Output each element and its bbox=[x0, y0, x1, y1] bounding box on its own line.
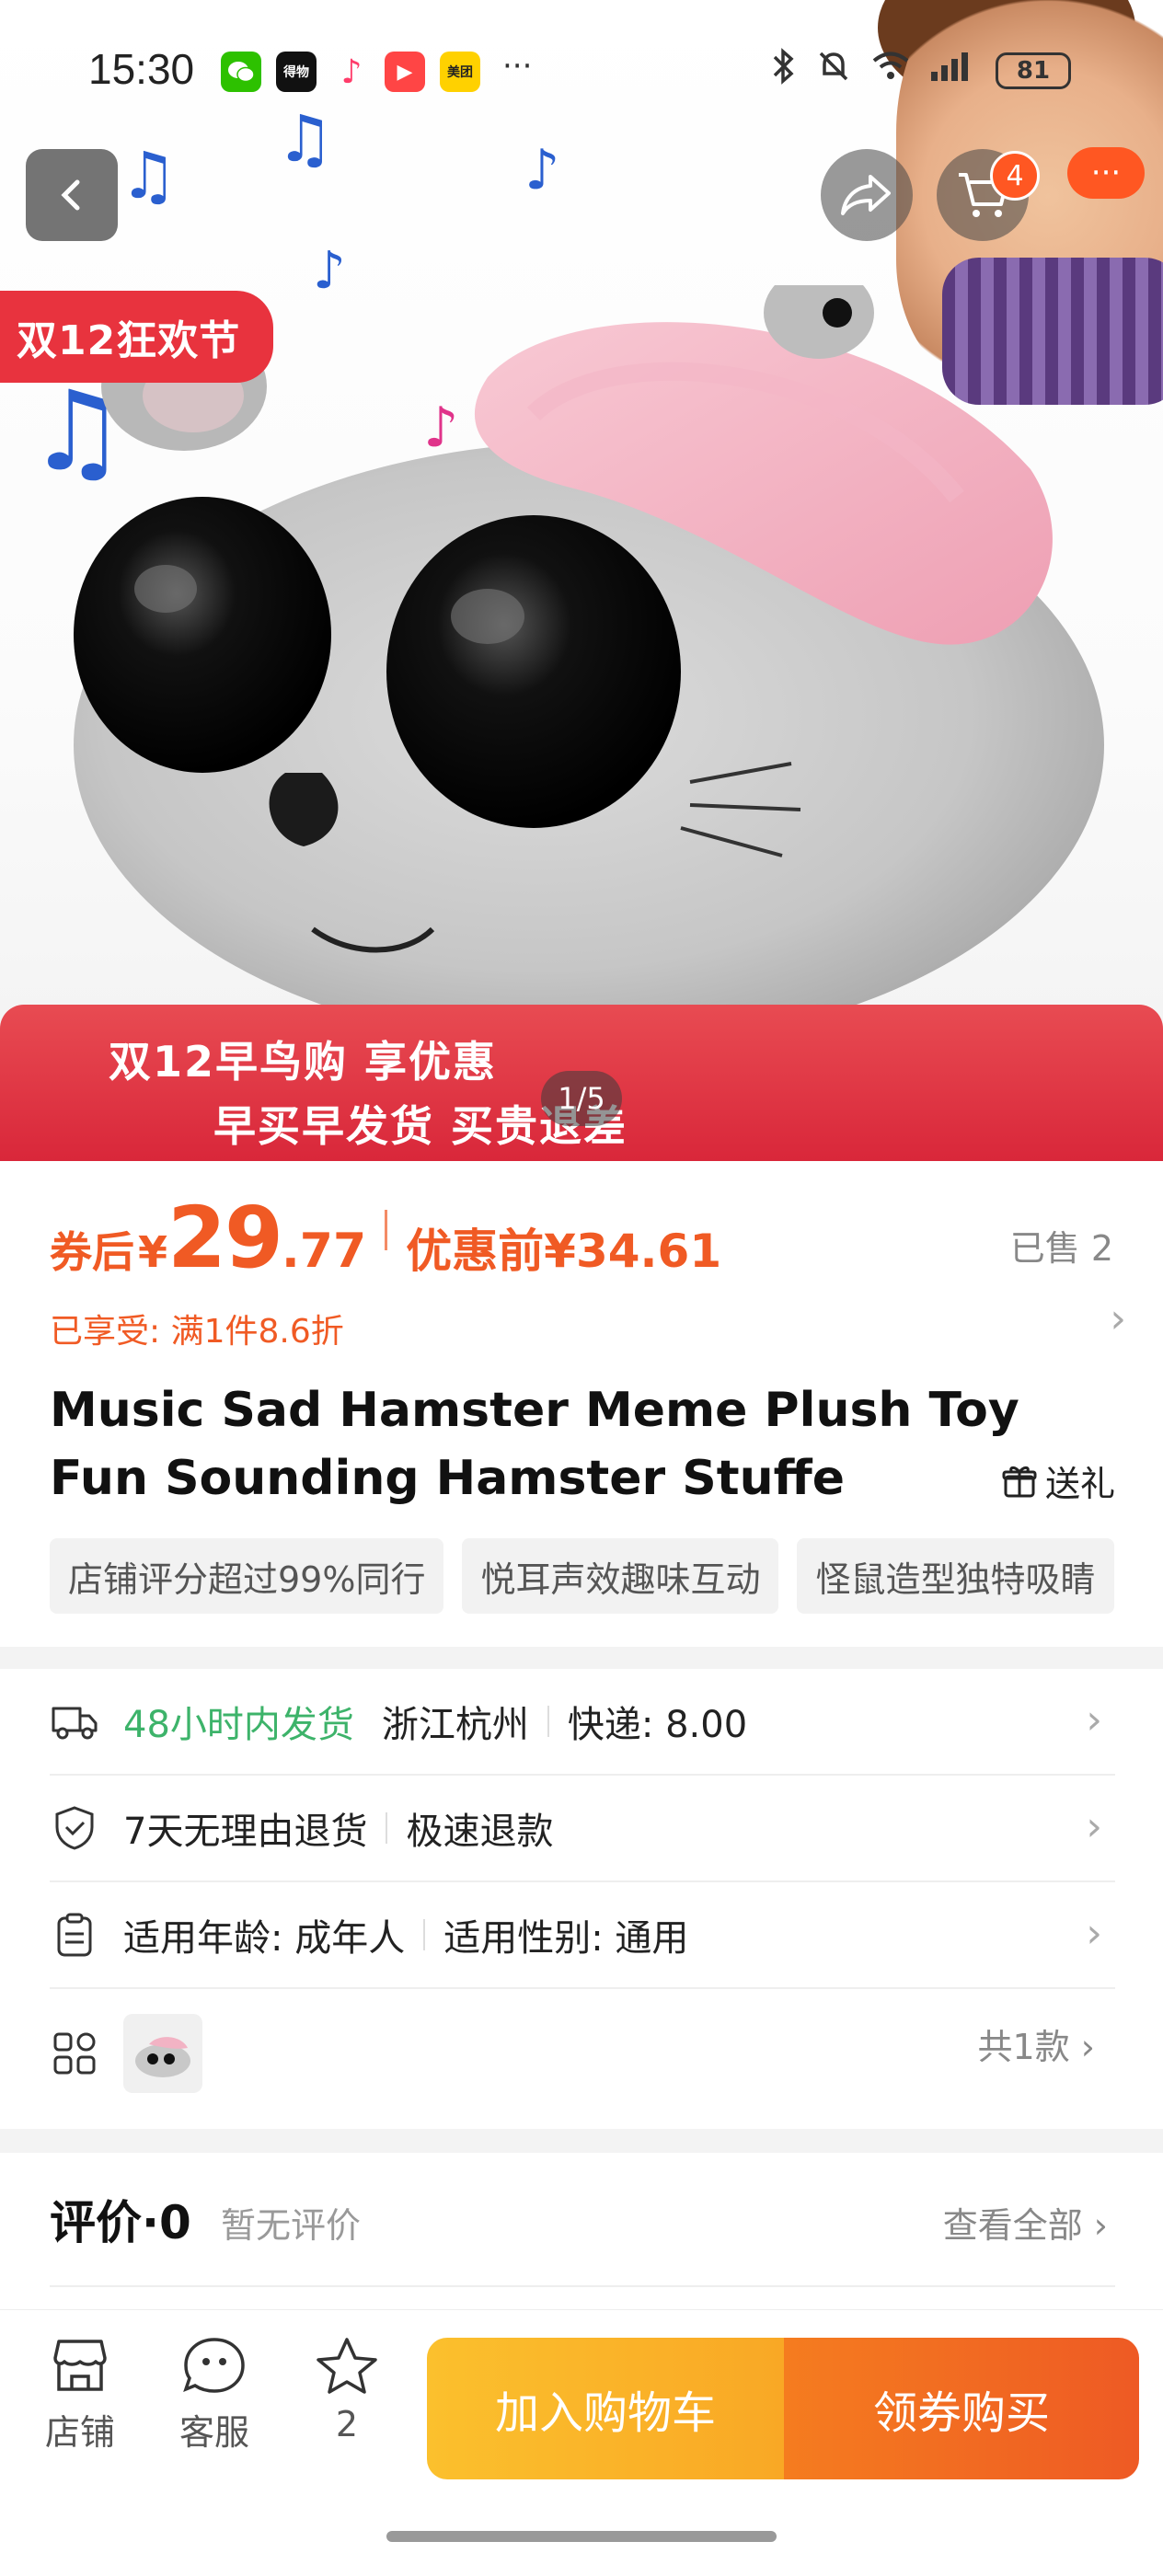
variant-count: 共1款 › bbox=[977, 2027, 1095, 2067]
feature-tag: 悦耳声效趣味互动 bbox=[462, 1538, 779, 1614]
bluetooth-icon bbox=[771, 48, 797, 93]
divider bbox=[423, 1919, 426, 1950]
back-button[interactable] bbox=[26, 149, 118, 241]
favorite-button[interactable]: 2 bbox=[296, 2336, 397, 2444]
grid-icon bbox=[50, 2029, 99, 2078]
chevron-right-icon: › bbox=[1086, 1696, 1102, 1743]
product-params-row[interactable]: 适用年龄: 成年人 适用性别: 通用 › bbox=[50, 1882, 1115, 1989]
gift-icon bbox=[1002, 1466, 1037, 1497]
status-indicators: 81 bbox=[771, 48, 1071, 93]
chevron-left-icon bbox=[61, 179, 80, 211]
view-all-reviews-link[interactable]: 查看全部 › bbox=[943, 2197, 1108, 2248]
price-currency: ¥ bbox=[138, 1227, 168, 1277]
promo-tag: 双12狂欢节 bbox=[0, 291, 274, 383]
music-note-icon: ♫ bbox=[276, 101, 334, 177]
banner-line-1: 双12早鸟购 享优惠 bbox=[109, 1037, 498, 1087]
divider bbox=[386, 1812, 388, 1844]
clipboard-icon bbox=[50, 1910, 99, 1960]
store-label: 店铺 bbox=[44, 2412, 115, 2453]
home-indicator bbox=[386, 2531, 777, 2542]
service-card: 48小时内发货 浙江杭州 快递: 8.00 › 7天无理由退货 极速退款 › 适… bbox=[0, 1669, 1163, 2129]
shipping-time: 48小时内发货 bbox=[123, 1704, 354, 1746]
share-icon bbox=[841, 175, 891, 215]
delivery-truck-icon bbox=[50, 1696, 99, 1746]
buy-now-button[interactable]: 领券购买 bbox=[784, 2338, 1139, 2479]
service-label: 客服 bbox=[178, 2412, 249, 2453]
gift-label: 送礼 bbox=[1044, 1464, 1115, 1504]
wechat-icon bbox=[221, 52, 261, 92]
dewu-icon: 得物 bbox=[276, 52, 317, 92]
store-icon bbox=[53, 2340, 107, 2391]
meituan-icon: 美团 bbox=[440, 52, 480, 92]
status-bar: 15:30 得物 ♪ ▶ 美团 ··· 81 bbox=[0, 37, 1163, 110]
express-fee: 快递: 8.00 bbox=[567, 1704, 748, 1746]
music-app-icon: ♪ bbox=[340, 52, 363, 91]
music-note-icon: ♪ bbox=[524, 138, 560, 202]
sold-count: 已售 2 bbox=[1009, 1228, 1113, 1269]
price-before-discount: 优惠前¥34.61 bbox=[406, 1225, 722, 1278]
price-row: 券后 ¥ 29 .77 优惠前¥34.61 bbox=[50, 1189, 721, 1287]
price-decimal: .77 bbox=[282, 1224, 367, 1279]
return-policy: 7天无理由退货 bbox=[123, 1811, 368, 1853]
chevron-right-icon: › bbox=[1086, 1910, 1102, 1957]
product-image-carousel[interactable]: ♫ ♫ ♪ ♪ ♫ ♫ ♪ ♪ bbox=[0, 0, 1163, 1161]
divider bbox=[50, 2285, 1115, 2287]
battery-indicator: 81 bbox=[996, 52, 1071, 89]
cart-count-badge: 4 bbox=[990, 151, 1040, 201]
signal-icon bbox=[929, 50, 977, 91]
price-prefix: 券后 bbox=[50, 1227, 134, 1277]
chat-face-icon bbox=[183, 2338, 245, 2393]
review-title: 评价·0 bbox=[50, 2196, 191, 2249]
chevron-right-icon: › bbox=[1086, 1803, 1102, 1850]
no-review-text: 暂无评价 bbox=[221, 2205, 362, 2246]
shield-check-icon bbox=[50, 1803, 99, 1853]
bottom-action-bar: 店铺 客服 2 加入购物车 领券购买 bbox=[0, 2309, 1163, 2576]
mute-bell-icon bbox=[815, 48, 852, 93]
return-policy-row[interactable]: 7天无理由退货 极速退款 › bbox=[50, 1776, 1115, 1882]
ship-origin: 浙江杭州 bbox=[381, 1704, 529, 1746]
chevron-right-icon[interactable]: › bbox=[1110, 1295, 1126, 1342]
music-note-icon: ♫ bbox=[120, 138, 178, 213]
gift-button[interactable]: 送礼 bbox=[1001, 1455, 1115, 1506]
star-icon bbox=[317, 2338, 377, 2394]
image-pager-indicator: 1/5 bbox=[541, 1071, 622, 1126]
product-title: Music Sad Hamster Meme Plush Toy Fun Sou… bbox=[50, 1383, 1019, 1506]
suitable-gender: 适用性别: 通用 bbox=[443, 1917, 689, 1960]
more-options-button[interactable]: ··· bbox=[1067, 147, 1145, 199]
price-divider bbox=[385, 1210, 388, 1250]
fast-refund: 极速退款 bbox=[406, 1811, 554, 1853]
store-button[interactable]: 店铺 bbox=[29, 2336, 131, 2455]
share-button[interactable] bbox=[821, 149, 913, 241]
product-info-card: 券后 ¥ 29 .77 优惠前¥34.61 已售 2 已享受: 满1件8.6折 … bbox=[0, 1161, 1163, 1647]
variant-row[interactable]: 共1款 › bbox=[50, 1989, 1115, 2118]
discount-enjoyed[interactable]: 已享受: 满1件8.6折 bbox=[50, 1305, 344, 1352]
divider bbox=[547, 1706, 549, 1737]
wifi-icon bbox=[870, 50, 911, 91]
feature-tag: 店铺评分超过99%同行 bbox=[50, 1538, 444, 1614]
favorite-count: 2 bbox=[335, 2404, 359, 2444]
hamster-plush-image bbox=[74, 285, 1104, 1012]
feature-tag: 怪鼠造型独特吸睛 bbox=[797, 1538, 1114, 1614]
feature-tags: 店铺评分超过99%同行 悦耳声效趣味互动 怪鼠造型独特吸睛 bbox=[50, 1538, 1163, 1616]
status-time: 15:30 bbox=[88, 45, 195, 93]
suitable-age: 适用年龄: 成年人 bbox=[123, 1917, 406, 1960]
notification-more-icon: ··· bbox=[502, 48, 533, 85]
add-to-cart-button[interactable]: 加入购物车 bbox=[427, 2338, 784, 2479]
price-integer: 29 bbox=[167, 1189, 283, 1287]
review-section: 评价·0 暂无评价 查看全部 › bbox=[0, 2153, 1163, 2309]
video-app-icon: ▶ bbox=[385, 52, 425, 92]
variant-thumbnail[interactable] bbox=[123, 2014, 202, 2093]
customer-service-button[interactable]: 客服 bbox=[164, 2336, 265, 2455]
shipping-row[interactable]: 48小时内发货 浙江杭州 快递: 8.00 › bbox=[50, 1669, 1115, 1776]
